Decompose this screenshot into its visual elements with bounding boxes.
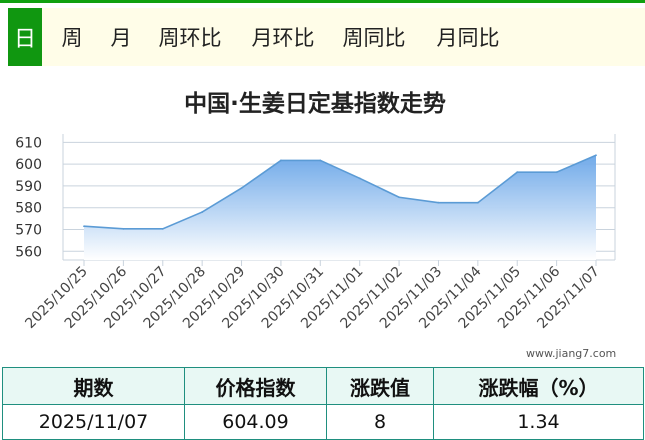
y-tick-label: 590	[15, 179, 42, 195]
tab-month-on-month[interactable]: 月环比	[240, 8, 326, 66]
data-point	[516, 171, 519, 174]
table-header-row: 期数 价格指数 涨跌值 涨跌幅（%）	[2, 367, 644, 405]
header-price-index: 价格指数	[184, 367, 327, 405]
cell-price-index: 604.09	[184, 404, 327, 440]
data-point	[161, 227, 164, 230]
data-point	[358, 177, 361, 180]
y-tick-label: 580	[15, 201, 42, 217]
area-series	[83, 154, 597, 260]
data-point	[319, 159, 322, 162]
tab-week-on-week[interactable]: 周环比	[140, 8, 240, 66]
data-point	[398, 196, 400, 199]
period-tabs: 日 周 月 周环比 月环比 周同比 月同比	[8, 8, 645, 66]
data-point	[240, 187, 243, 190]
index-trend-chart: 560 570 580 590 600 610 2025/10/252025/10/262…	[15, 134, 616, 332]
data-point	[83, 225, 85, 228]
tab-month[interactable]: 月	[102, 8, 140, 66]
data-point	[595, 154, 597, 157]
y-tick-label: 600	[15, 157, 42, 173]
y-tick-label: 560	[15, 244, 42, 260]
x-axis-ticks: 2025/10/252025/10/262025/10/272025/10/28…	[22, 260, 603, 332]
table-row: 2025/11/07 604.09 8 1.34	[2, 404, 644, 440]
tab-day[interactable]: 日	[8, 8, 42, 66]
chart-title: 中国·生姜日定基指数走势	[184, 91, 446, 117]
watermark: www.jiang7.com	[526, 347, 617, 360]
cell-period: 2025/11/07	[2, 404, 185, 440]
data-point	[555, 171, 558, 174]
data-point	[476, 201, 479, 204]
page: 日 周 月 周环比 月环比 周同比 月同比 中国·生姜日定基指数走势 560 57…	[0, 0, 645, 440]
header-change-value: 涨跌值	[326, 367, 434, 405]
data-point	[437, 201, 440, 204]
cell-change-percent: 1.34	[433, 404, 644, 440]
summary-table: 期数 价格指数 涨跌值 涨跌幅（%） 2025/11/07 604.09 8 1…	[2, 367, 644, 440]
tab-week-year-on-year[interactable]: 周同比	[326, 8, 422, 66]
cell-change-value: 8	[326, 404, 434, 440]
y-tick-label: 610	[15, 135, 42, 151]
tab-week[interactable]: 周	[42, 8, 102, 66]
data-point	[122, 227, 125, 230]
y-tick-label: 570	[15, 223, 42, 239]
data-point	[280, 159, 282, 162]
header-period: 期数	[2, 367, 185, 405]
header-change-percent: 涨跌幅（%）	[433, 367, 644, 405]
tab-month-year-on-year[interactable]: 月同比	[422, 8, 514, 66]
y-axis-ticks: 560 570 580 590 600 610	[15, 135, 42, 260]
top-accent-line	[0, 0, 645, 3]
data-point	[201, 211, 204, 213]
